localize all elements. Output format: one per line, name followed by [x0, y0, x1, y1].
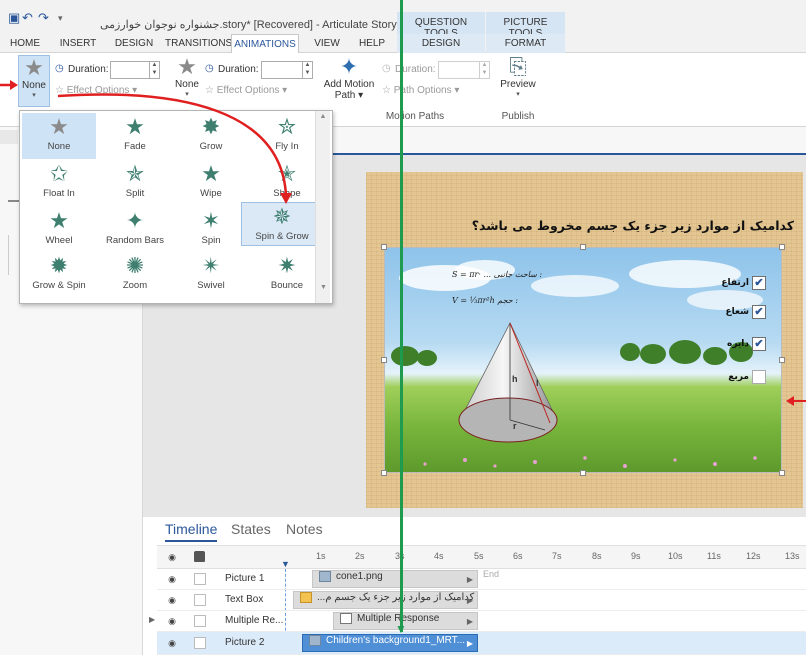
annotation-arrows [0, 80, 806, 406]
